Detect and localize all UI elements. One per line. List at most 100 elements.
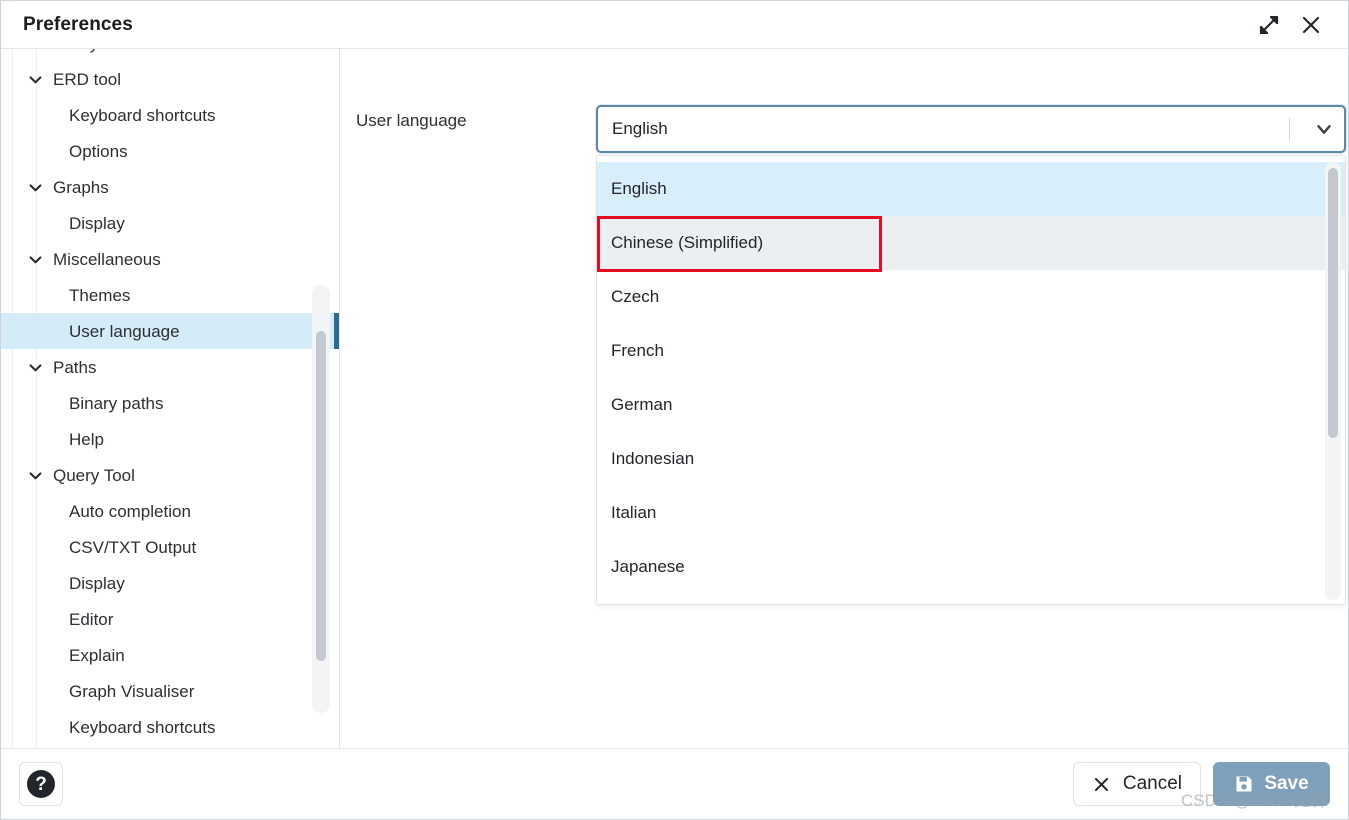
chevron-down-icon[interactable]: [1304, 107, 1344, 151]
user-language-control: English English Chinese (Simplified) Czech…: [596, 105, 1346, 605]
chevron-down-icon[interactable]: [25, 177, 45, 197]
cancel-button-label: Cancel: [1122, 773, 1182, 794]
sidebar-item-label: Options: [69, 141, 128, 161]
dropdown-scrollbar-track[interactable]: [1325, 162, 1341, 600]
sidebar-item-label: CSV/TXT Output: [69, 537, 197, 557]
sidebar-item-label: Display: [69, 573, 125, 593]
close-glyph: [1302, 16, 1320, 33]
user-language-dropdown[interactable]: English Chinese (Simplified) Czech French Ge…: [596, 155, 1346, 605]
dropdown-option-label: Italian: [611, 503, 657, 522]
chevron-down-glyph: [29, 75, 41, 83]
sidebar-item-options[interactable]: Options: [1, 133, 339, 169]
sidebar-item-label: User language: [69, 321, 180, 341]
user-language-option-list: English Chinese (Simplified) Czech French Ge…: [597, 156, 1345, 594]
cancel-button[interactable]: Cancel: [1072, 762, 1201, 806]
dropdown-option-french[interactable]: French: [597, 324, 1345, 378]
dropdown-option-label: Chinese (Simplified): [611, 233, 764, 252]
dropdown-option-japanese[interactable]: Japanese: [597, 540, 1345, 594]
sidebar-item-erd-tool[interactable]: ERD tool: [1, 61, 339, 97]
dropdown-option-czech[interactable]: Czech: [597, 270, 1345, 324]
save-floppy-icon: [1234, 774, 1254, 794]
dialog-body: Keyboard shortcuts ERD tool Keyboard short…: [1, 49, 1348, 749]
page-title: Preferences: [23, 13, 133, 35]
chevron-down-icon[interactable]: [25, 357, 45, 377]
user-language-label: User language: [356, 111, 467, 130]
sidebar-item-csv-txt-output[interactable]: CSV/TXT Output: [1, 529, 339, 565]
sidebar-item-label: Keyboard shortcuts: [69, 105, 216, 125]
save-button-label: Save: [1264, 773, 1309, 794]
sidebar-item-keyboard-shortcuts[interactable]: Keyboard shortcuts: [1, 709, 339, 745]
sidebar-item-label: Query Tool: [53, 465, 135, 485]
chevron-down-icon[interactable]: [25, 69, 45, 89]
sidebar-item-label: Miscellaneous: [53, 249, 161, 269]
sidebar-item-binary-paths[interactable]: Binary paths: [1, 385, 339, 421]
expand-diagonal-glyph: [1259, 15, 1279, 34]
sidebar-item-label: Editor: [69, 609, 114, 629]
sidebar-item-label: Help: [69, 429, 104, 449]
question-mark-icon: ?: [27, 770, 55, 798]
expand-diagonal-icon[interactable]: [1248, 5, 1290, 45]
titlebar: Preferences: [1, 1, 1348, 49]
dropdown-scrollbar-thumb[interactable]: [1328, 168, 1338, 438]
sidebar-item-label: Keyboard shortcuts: [69, 717, 216, 737]
sidebar-item-label: Auto completion: [69, 501, 191, 521]
sidebar-scrollbar-track[interactable]: [312, 285, 330, 713]
settings-sidebar[interactable]: Keyboard shortcuts ERD tool Keyboard short…: [1, 49, 340, 748]
dropdown-option-label: Czech: [611, 287, 660, 306]
sidebar-item-auto-completion[interactable]: Auto completion: [1, 493, 339, 529]
sidebar-item-keyboard-shortcuts[interactable]: Keyboard shortcuts: [1, 97, 339, 133]
sidebar-item-editor[interactable]: Editor: [1, 601, 339, 637]
dropdown-option-german[interactable]: German: [597, 378, 1345, 432]
sidebar-item-graph-visualiser[interactable]: Graph Visualiser: [1, 673, 339, 709]
chevron-down-icon[interactable]: [25, 465, 45, 485]
user-language-field-row: User language English English Chinese (Si…: [340, 49, 1348, 605]
sidebar-item-display[interactable]: Display: [1, 205, 339, 241]
dropdown-option-label: Indonesian: [611, 449, 695, 468]
dropdown-option-english[interactable]: English: [597, 162, 1345, 216]
floppy-glyph: [1236, 776, 1252, 792]
sidebar-item-keyboard-shortcuts[interactable]: Keyboard shortcuts: [1, 49, 339, 61]
sidebar-item-label: Graphs: [53, 177, 109, 197]
chevron-down-glyph: [29, 183, 41, 191]
sidebar-item-graphs[interactable]: Graphs: [1, 169, 339, 205]
sidebar-item-label: Binary paths: [69, 393, 164, 413]
dropdown-option-label: French: [611, 341, 664, 360]
sidebar-item-help[interactable]: Help: [1, 421, 339, 457]
settings-main-panel: User language English English Chinese (Si…: [340, 49, 1348, 748]
sidebar-item-label: Display: [69, 213, 125, 233]
sidebar-item-themes[interactable]: Themes: [1, 277, 339, 313]
sidebar-item-miscellaneous[interactable]: Miscellaneous: [1, 241, 339, 277]
sidebar-item-label: Explain: [69, 645, 125, 665]
sidebar-item-label: Graph Visualiser: [69, 681, 195, 701]
sidebar-item-label: ERD tool: [53, 69, 122, 89]
chevron-down-glyph: [29, 471, 41, 479]
sidebar-item-label: Keyboard shortcuts: [69, 49, 215, 52]
sidebar-item-paths[interactable]: Paths: [1, 349, 339, 385]
sidebar-scrollbar-thumb[interactable]: [316, 331, 326, 661]
chevron-down-glyph: [1317, 125, 1331, 134]
preferences-dialog: Preferences Keyboard shortcutsER: [0, 0, 1349, 820]
close-icon: [1092, 775, 1111, 794]
dropdown-option-label: Japanese: [611, 557, 685, 576]
dialog-footer: ? Cancel Save CSDN @DATA无界: [1, 749, 1348, 819]
user-language-select[interactable]: English: [596, 105, 1346, 153]
save-button[interactable]: Save: [1213, 762, 1330, 806]
sidebar-item-label: Themes: [69, 285, 131, 305]
sidebar-item-query-tool[interactable]: Query Tool: [1, 457, 339, 493]
chevron-down-glyph: [29, 363, 41, 371]
close-icon[interactable]: [1290, 5, 1332, 45]
dropdown-option-indonesian[interactable]: Indonesian: [597, 432, 1345, 486]
dropdown-option-chinese-simplified[interactable]: Chinese (Simplified): [597, 216, 1345, 270]
sidebar-item-explain[interactable]: Explain: [1, 637, 339, 673]
settings-tree: Keyboard shortcuts ERD tool Keyboard short…: [1, 49, 339, 748]
dropdown-option-label: German: [611, 395, 673, 414]
dropdown-option-label: English: [611, 179, 667, 198]
dropdown-option-italian[interactable]: Italian: [597, 486, 1345, 540]
help-button[interactable]: ?: [19, 762, 63, 806]
select-divider: [1289, 118, 1290, 140]
chevron-down-icon[interactable]: [25, 249, 45, 269]
sidebar-item-user-language[interactable]: User language: [1, 313, 339, 349]
chevron-down-glyph: [29, 255, 41, 263]
sidebar-item-display[interactable]: Display: [1, 565, 339, 601]
sidebar-item-label: Paths: [53, 357, 97, 377]
